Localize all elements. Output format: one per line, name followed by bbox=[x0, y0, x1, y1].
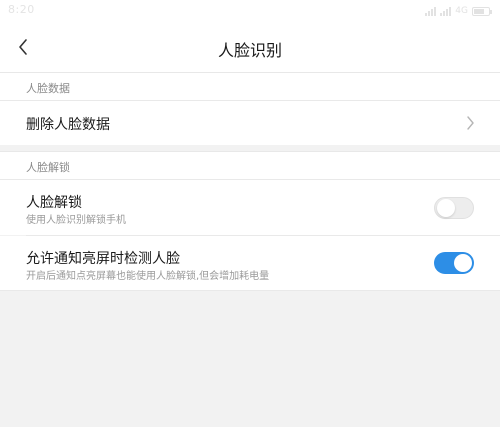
toggle-knob bbox=[437, 199, 455, 217]
app-header: 人脸识别 bbox=[0, 22, 500, 72]
signal-icon-2 bbox=[440, 6, 452, 16]
notification-wake-detect-toggle[interactable] bbox=[434, 252, 474, 274]
face-unlock-row[interactable]: 人脸解锁 使用人脸识别解锁手机 bbox=[0, 180, 500, 235]
status-icons: 4G bbox=[425, 4, 492, 18]
row-subtitle: 开启后通知点亮屏幕也能使用人脸解锁,但会增加耗电量 bbox=[26, 271, 270, 282]
chevron-right-icon bbox=[467, 116, 474, 130]
section-header-face-unlock: 人脸解锁 bbox=[0, 151, 500, 179]
face-unlock-toggle[interactable] bbox=[434, 197, 474, 219]
battery-icon bbox=[472, 6, 492, 16]
network-type: 4G bbox=[455, 6, 468, 16]
section-label: 人脸数据 bbox=[26, 82, 70, 95]
face-recognition-screen: 8:20 4G 人脸识别 人脸数据 删除人脸数据 人脸解锁 人脸解锁 使用人脸识… bbox=[0, 0, 500, 427]
divider bbox=[0, 290, 500, 291]
section-label: 人脸解锁 bbox=[26, 161, 70, 174]
row-title: 人脸解锁 bbox=[26, 195, 82, 211]
status-time: 8:20 bbox=[8, 3, 35, 16]
notification-wake-detect-row[interactable]: 允许通知亮屏时检测人脸 开启后通知点亮屏幕也能使用人脸解锁,但会增加耗电量 bbox=[0, 236, 500, 290]
section-header-face-data: 人脸数据 bbox=[0, 72, 500, 100]
status-bar: 8:20 4G bbox=[0, 0, 500, 22]
signal-icon bbox=[425, 6, 437, 16]
row-title: 删除人脸数据 bbox=[26, 117, 110, 133]
delete-face-data-row[interactable]: 删除人脸数据 bbox=[0, 101, 500, 145]
row-title: 允许通知亮屏时检测人脸 bbox=[26, 251, 180, 267]
toggle-knob bbox=[454, 254, 472, 272]
page-title: 人脸识别 bbox=[217, 41, 282, 60]
row-subtitle: 使用人脸识别解锁手机 bbox=[26, 215, 126, 226]
